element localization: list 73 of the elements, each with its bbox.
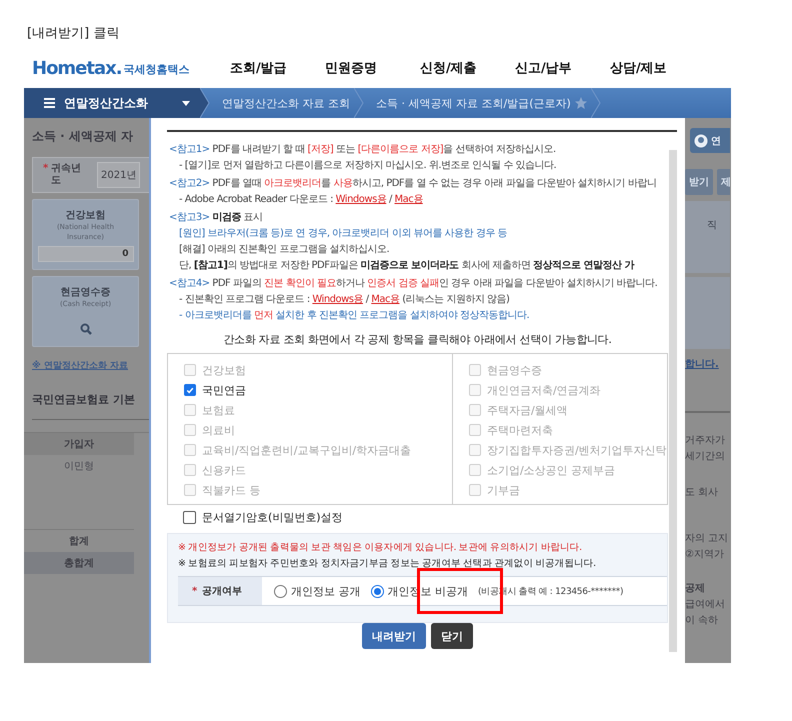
chevron-divider-icon	[354, 88, 364, 118]
note-text: - [열기]로 먼저 열람하고 다른이름으로 저장하지 마십시오. 위.변조로 인식될 수 있습니다.	[178, 159, 558, 173]
chevron-divider-icon	[590, 88, 601, 118]
category-card[interactable]: 직	[685, 201, 730, 273]
card-title: 현금영수증	[60, 286, 110, 299]
note-text: <참고1> PDF를 내려받기 할 때 [저장] 또는 [다른이름으로 저장]을 선택하여 저장하십시오.	[168, 143, 557, 157]
deduction-option[interactable]: 국민연금	[184, 380, 452, 400]
note-text: <참고2> PDF를 열때 아크로뱃리더를 사용하시고, PDF를 열 수 없는 경우 아래 파일을 다운받아 설치하시기 바랍니	[168, 177, 658, 191]
download-link[interactable]: Mac용	[371, 294, 400, 305]
download-link[interactable]: Mac용	[394, 194, 423, 205]
download-button[interactable]: 내려받기	[362, 623, 426, 649]
year-select[interactable]: 2021년	[97, 162, 140, 188]
star-icon	[574, 97, 587, 109]
action-button[interactable]: 받기	[685, 169, 713, 195]
menu-dropdown[interactable]: 연말정산간소화	[24, 88, 200, 118]
required-mark: *	[43, 163, 48, 176]
close-button[interactable]: 닫기	[431, 623, 473, 649]
year-label: 귀속년도	[51, 163, 82, 187]
password-option[interactable]: 문서열기암호(비밀번호)설정	[183, 507, 668, 527]
search-icon	[80, 323, 92, 335]
table-text: 자의 고지	[685, 532, 730, 546]
table-text: 거주자가	[685, 434, 726, 448]
table-cell-text: 이민형	[63, 460, 95, 474]
note-text: 단, [참고1]의 방법대로 저장한 PDF파일은 미검증으로 보이더라도 회사에 제출하면 정상적으로 연말정산 가	[178, 259, 636, 273]
breadcrumb-link[interactable]: 연말정산간소화 자료 조회	[210, 96, 354, 110]
caption-text: [내려받기] 클릭	[27, 25, 120, 42]
page-title: 소득 · 세액공제 자	[32, 128, 134, 145]
chevron-divider-icon	[200, 88, 210, 118]
note-text: - 진본확인 프로그램 다운로드 : Windows용 / Mac용 (리눅스는 지원하지 않음)	[178, 293, 510, 307]
download-link[interactable]: Windows용	[336, 194, 386, 205]
instruction-text: 간소화 자료 조회 화면에서 각 공제 항목을 클릭해야 아래에서 선택이 가능합니다.	[222, 332, 613, 347]
note-text: <참고3> 미검증 표시	[168, 211, 264, 225]
note-text: [원인] 브라우저(크롬 등)로 연 경우, 아크로뱃리더 이외 뷰어를 사용한 경우 등	[178, 227, 508, 241]
header-button[interactable]: 연	[690, 128, 730, 153]
nav-link[interactable]: 신청/제출	[420, 59, 515, 77]
action-button[interactable]: 제	[717, 169, 730, 195]
note-text: - 아크로뱃리더를 먼저 설치한 후 진본확인 프로그램을 설치하여야 정상작동합니다.	[178, 309, 530, 323]
scrollbar[interactable]	[669, 150, 677, 652]
breadcrumb-link[interactable]: 소득 · 세액공제 자료 조회/발급(근로자)	[364, 96, 575, 110]
required-mark: *	[192, 586, 198, 596]
emblem-icon	[694, 134, 708, 148]
note-text: <참고4> PDF 파일의 진본 확인이 필요하거나 인증서 검증 실패인 경우 아래 파일을 다운받아 설치하시기 바랍니다.	[168, 277, 658, 291]
card-title: 건강보험	[66, 209, 106, 222]
nav-link[interactable]: 상담/제보	[610, 59, 705, 77]
table-text: 이 속하	[685, 614, 720, 628]
notice-text: ※ 개인정보가 공개된 출력물의 보관 책임은 이용자에게 있습니다. 보관에 유의하시기 바랍니다.	[178, 541, 583, 555]
table-text: 도 회사	[685, 486, 720, 500]
caret-icon	[182, 100, 190, 106]
amount-field[interactable]: 0	[38, 246, 134, 262]
grand-total-cell: 총합계	[24, 552, 134, 574]
logo[interactable]: Hometax.국세청홈택스	[32, 58, 230, 78]
nav-link[interactable]: 조회/발급	[230, 59, 325, 77]
notice-text: ※ 보험료의 피보험자 주민번호와 정치자금기부금 정보는 공개여부 선택과 관계없이 비공개됩니다.	[178, 557, 597, 571]
table-header-cell: 가입자	[24, 433, 134, 455]
card-background	[685, 277, 730, 349]
checkbox[interactable]	[184, 384, 196, 396]
table-text: ②지역가	[685, 548, 725, 562]
radio-button[interactable]	[370, 584, 384, 598]
card-title: 직	[707, 220, 717, 231]
download-link[interactable]: Windows용	[312, 294, 364, 305]
radio-option[interactable]: 개인정보 공개	[274, 584, 360, 598]
field-label: 공개여부	[202, 585, 242, 598]
table-text: 급여에서	[685, 598, 726, 612]
note-text: [해결] 아래의 진본확인 프로그램을 설치하십시오.	[178, 243, 390, 257]
table-text: 세기간의	[685, 450, 726, 464]
table-text: 공제	[685, 582, 706, 596]
nav-link[interactable]: 신고/납부	[515, 59, 610, 77]
menu-icon	[44, 98, 55, 108]
note-text: - Adobe Acrobat Reader 다운로드 : Windows용 / Mac용	[178, 193, 424, 207]
checkbox[interactable]	[183, 510, 196, 524]
nav-link[interactable]: 민원증명	[325, 59, 420, 77]
radio-button[interactable]	[274, 584, 287, 598]
notice-link[interactable]: 합니다.	[685, 357, 730, 371]
